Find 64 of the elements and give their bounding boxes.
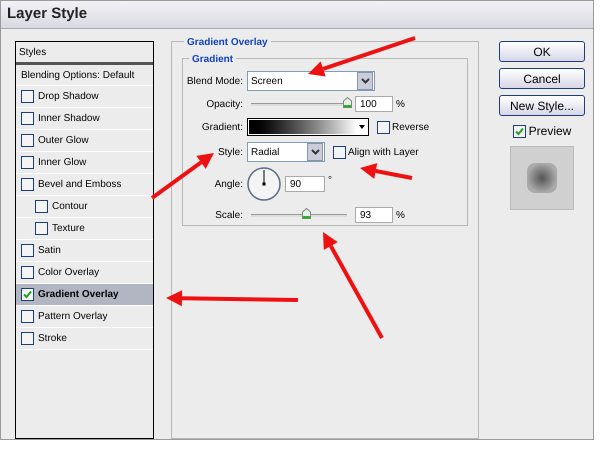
style-item[interactable]: Inner Shadow	[16, 108, 153, 130]
angle-field[interactable]: 90	[285, 176, 325, 192]
caret-down-icon	[359, 125, 365, 129]
gradient-picker[interactable]	[247, 118, 369, 136]
style-item[interactable]: Contour	[16, 196, 153, 218]
field-label: Opacity:	[205, 98, 244, 112]
blend-mode-dropdown[interactable]: Screen	[247, 71, 375, 91]
group-title: Gradient Overlay	[184, 35, 271, 50]
style-item[interactable]: Outer Glow	[16, 130, 153, 152]
window-title: Layer Style	[7, 4, 88, 24]
field-label: Style:	[216, 146, 244, 160]
style-item[interactable]: Inner Glow	[16, 152, 153, 174]
slider-thumb[interactable]	[343, 96, 352, 108]
unit-label: °	[328, 174, 332, 188]
angle-dial[interactable]	[247, 167, 281, 201]
dropdown-arrow-button[interactable]	[307, 143, 323, 161]
style-item[interactable]: Stroke	[16, 328, 153, 350]
checkbox-label: Preview	[528, 123, 572, 140]
field-label: Gradient:	[200, 120, 244, 134]
slider-thumb[interactable]	[302, 208, 311, 218]
dialog-button[interactable]: OK	[499, 41, 585, 62]
checkbox-label: Reverse	[392, 120, 430, 134]
dialog-button[interactable]: Cancel	[499, 68, 585, 89]
preview-swatch	[510, 146, 574, 210]
opacity-field[interactable]: 100	[355, 96, 393, 112]
style-item[interactable]: Texture	[16, 218, 153, 240]
checkbox[interactable]	[21, 134, 34, 147]
annotation-arrow	[150, 153, 214, 200]
style-item[interactable]: Blending Options: Default	[16, 64, 153, 86]
check-icon	[514, 126, 524, 136]
checkbox[interactable]	[21, 266, 34, 279]
style-item[interactable]: Satin	[16, 240, 153, 262]
checkbox[interactable]	[35, 200, 48, 213]
scale-field[interactable]: 93	[355, 207, 393, 223]
list-header: Styles	[16, 42, 153, 64]
chevron-down-icon	[360, 78, 370, 84]
style-item[interactable]: Pattern Overlay	[16, 306, 153, 328]
check-icon	[23, 290, 32, 299]
field-label: Angle:	[214, 178, 244, 192]
dialog-button[interactable]: New Style...	[499, 95, 585, 116]
style-item[interactable]: Gradient Overlay	[16, 284, 153, 306]
checkbox[interactable]	[35, 222, 48, 235]
checkbox[interactable]	[377, 120, 390, 134]
field-label: Blend Mode:	[186, 74, 244, 88]
checkbox[interactable]	[21, 310, 34, 323]
unit-label: %	[396, 208, 405, 222]
unit-label: %	[396, 98, 405, 112]
style-item[interactable]: Drop Shadow	[16, 86, 153, 108]
style-dropdown[interactable]: Radial	[247, 142, 325, 162]
field-label: Scale:	[214, 208, 244, 222]
dropdown-arrow-button[interactable]	[357, 72, 373, 90]
checkbox[interactable]	[21, 244, 34, 257]
chevron-down-icon	[310, 149, 320, 155]
checkbox[interactable]	[333, 146, 346, 158]
checkbox[interactable]	[21, 332, 34, 345]
checkbox[interactable]	[512, 124, 526, 138]
checkbox[interactable]	[21, 178, 34, 191]
annotation-arrow	[360, 163, 412, 180]
style-item[interactable]: Bevel and Emboss	[16, 174, 153, 196]
checkbox[interactable]	[21, 90, 34, 103]
checkbox[interactable]	[21, 288, 34, 301]
checkbox[interactable]	[21, 112, 34, 125]
checkbox[interactable]	[21, 156, 34, 169]
checkbox-label: Align with Layer	[348, 146, 419, 160]
